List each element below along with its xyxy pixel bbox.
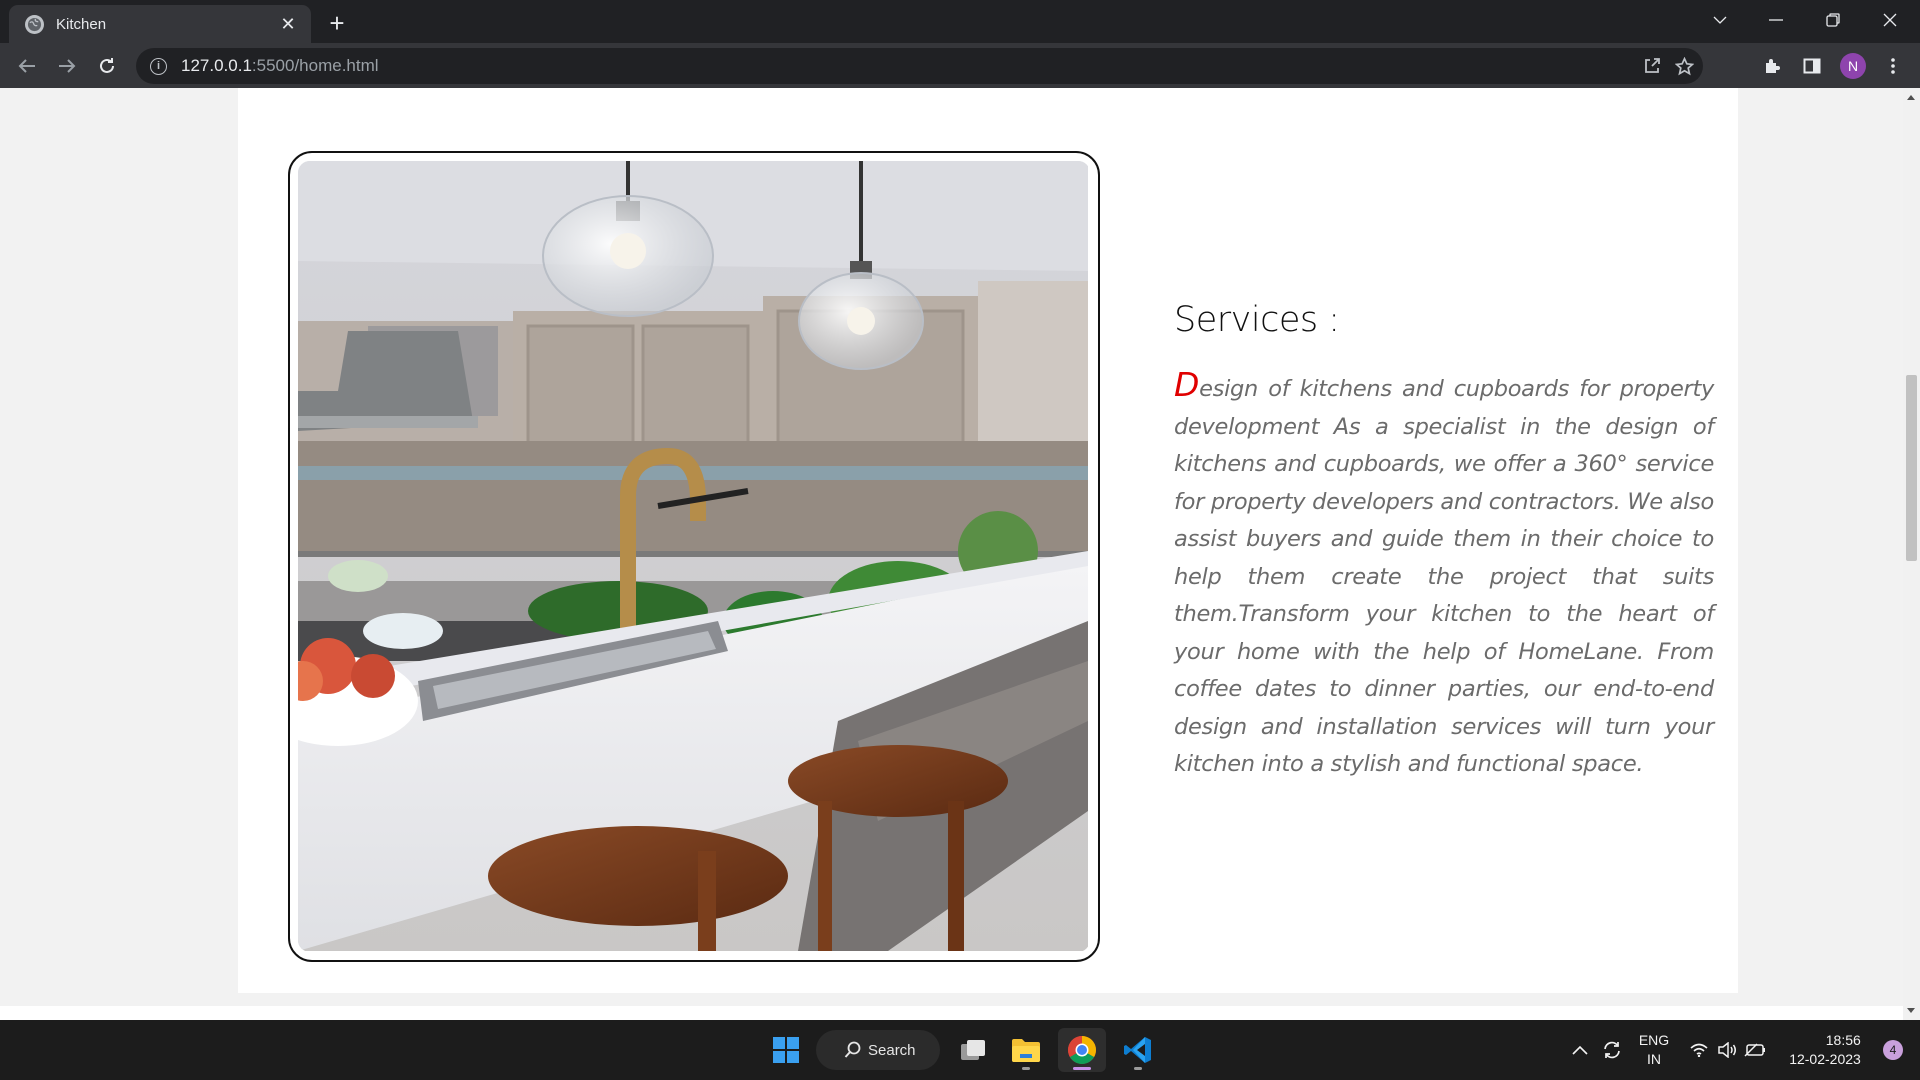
page-bottom-area [0,1006,1903,1020]
windows-taskbar: Search ENG IN 18:56 12-02-2023 4 [0,1020,1920,1080]
page-viewport: Services : Design of kitchens and cupboa… [0,88,1903,1006]
avatar: N [1840,53,1866,79]
services-dropcap: D [1174,365,1200,404]
new-tab-button[interactable]: + [322,8,352,38]
taskbar-search-label: Search [868,1041,916,1059]
services-body: esign of kitchens and cupboards for prop… [1174,376,1714,777]
page-scrollbar[interactable] [1903,88,1920,1020]
scroll-down-arrow-icon[interactable] [1907,1008,1915,1013]
globe-icon [25,14,44,34]
extensions-icon[interactable] [1755,49,1789,83]
browser-toolbar: i 127.0.0.1:5500/home.html N [0,43,1920,88]
wifi-icon[interactable] [1686,1020,1712,1080]
bookmark-star-icon[interactable] [1668,48,1700,84]
lang-secondary: IN [1647,1051,1661,1067]
folder-icon [1012,1039,1040,1062]
minimize-button[interactable] [1748,0,1804,40]
tab-title: Kitchen [56,15,107,33]
vscode-taskbar-button[interactable] [1116,1028,1160,1072]
site-info-icon[interactable]: i [150,57,167,75]
notifications-button[interactable]: 4 [1876,1020,1910,1080]
sync-icon[interactable] [1597,1020,1627,1080]
clock-date: 12-02-2023 [1789,1051,1861,1067]
browser-tab-bar: Kitchen ✕ + [0,0,1920,43]
file-explorer-button[interactable] [1004,1028,1048,1072]
task-view-icon [961,1040,985,1060]
side-panel-icon[interactable] [1795,49,1829,83]
profile-avatar[interactable]: N [1836,49,1870,83]
scrollbar-thumb[interactable] [1906,374,1917,561]
search-icon [844,1041,861,1058]
windows-logo-icon [773,1037,799,1063]
tab-search-icon[interactable] [1692,0,1748,40]
start-button[interactable] [764,1028,808,1072]
vscode-icon [1124,1037,1151,1063]
url-path: :5500/home.html [251,56,379,75]
forward-button[interactable] [50,49,84,83]
lang-primary: ENG [1638,1032,1670,1048]
volume-icon[interactable] [1714,1020,1740,1080]
notification-count-badge: 4 [1883,1040,1903,1060]
clock-time: 18:56 [1825,1032,1861,1048]
share-icon[interactable] [1636,48,1668,84]
task-view-button[interactable] [951,1028,995,1072]
kitchen-image-frame [288,151,1100,962]
services-description: Design of kitchens and cupboards for pro… [1174,366,1714,784]
taskbar-search[interactable]: Search [816,1030,940,1070]
battery-icon[interactable] [1742,1020,1768,1080]
restore-button[interactable] [1805,0,1861,40]
close-window-button[interactable] [1862,0,1918,40]
chrome-icon [1068,1036,1096,1064]
browser-menu-icon[interactable] [1876,49,1910,83]
services-block: Services : Design of kitchens and cupboa… [1174,300,1714,784]
address-bar[interactable]: i 127.0.0.1:5500/home.html [136,48,1703,84]
url-host: 127.0.0.1 [181,56,252,75]
tab-kitchen[interactable]: Kitchen ✕ [9,5,311,43]
services-heading: Services : [1174,300,1340,340]
language-indicator[interactable]: ENG IN [1632,1020,1676,1080]
scroll-up-arrow-icon[interactable] [1907,95,1915,100]
show-hidden-icons-icon[interactable] [1566,1020,1594,1080]
reload-button[interactable] [90,49,124,83]
kitchen-image [298,161,1090,952]
close-tab-icon[interactable]: ✕ [277,13,299,35]
chrome-taskbar-button[interactable] [1058,1028,1106,1072]
clock[interactable]: 18:56 12-02-2023 [1780,1020,1870,1080]
services-section: Services : Design of kitchens and cupboa… [238,88,1738,993]
back-button[interactable] [10,49,44,83]
